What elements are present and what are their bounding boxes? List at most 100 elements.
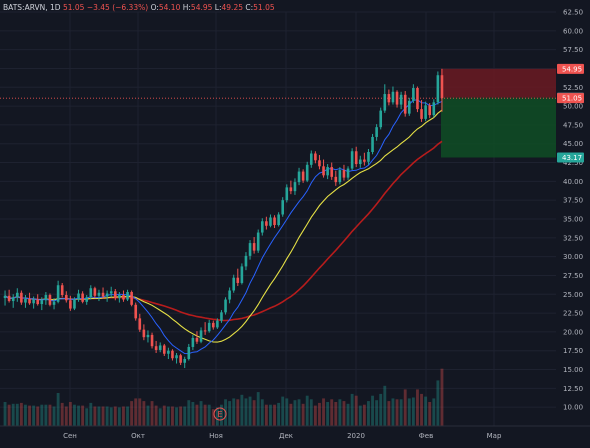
volume-bar: [387, 401, 391, 426]
volume-bar: [309, 399, 313, 426]
y-axis-tick-label: 60.00: [563, 27, 583, 35]
volume-bar: [436, 380, 440, 426]
volume-bar: [171, 406, 174, 426]
price-tag-label: 43.17: [562, 154, 582, 162]
candle-body: [224, 299, 227, 313]
candle-body: [179, 355, 182, 363]
volume-bar: [326, 402, 330, 426]
volume-bar: [64, 406, 68, 426]
candle-body: [346, 168, 350, 178]
stop-loss-zone: [441, 68, 556, 98]
candle-body: [85, 297, 89, 302]
price-chart[interactable]: E62.5060.0057.5055.0052.5050.0047.5045.0…: [0, 0, 590, 448]
volume-bar: [244, 398, 248, 426]
volume-bar: [130, 401, 134, 426]
candle-body: [203, 330, 207, 332]
candle-body: [330, 167, 334, 177]
volume-bar: [407, 398, 411, 426]
candle-body: [40, 300, 44, 305]
volume-bar: [146, 405, 150, 426]
candle-body: [399, 94, 403, 105]
candle-body: [32, 299, 35, 304]
y-axis-tick-label: 47.50: [563, 121, 583, 129]
volume-bar: [24, 404, 27, 426]
volume-bar: [428, 402, 432, 426]
candle-body: [301, 171, 305, 181]
volume-bar: [338, 399, 342, 426]
volume-bar: [236, 399, 240, 426]
candle-body: [273, 217, 276, 226]
y-axis-tick-label: 35.00: [563, 216, 583, 224]
candle-body: [334, 176, 338, 183]
candle-body: [150, 334, 154, 347]
candle-body: [265, 221, 268, 226]
candle-body: [187, 346, 191, 360]
candle-body: [228, 290, 231, 300]
volume-bar: [97, 406, 101, 426]
volume-bar: [77, 405, 80, 426]
candle-body: [77, 293, 80, 300]
volume-bar: [232, 398, 236, 426]
volume-bar: [207, 404, 211, 426]
candle-body: [81, 293, 84, 302]
candle-body: [318, 160, 321, 167]
volume-bar: [411, 397, 415, 426]
volume-bar: [260, 399, 264, 426]
candle-body: [309, 153, 313, 165]
volume-bar: [11, 403, 15, 426]
candle-body: [244, 255, 248, 267]
volume-bar: [138, 398, 142, 426]
volume-bar: [101, 406, 105, 426]
candle-body: [367, 152, 370, 162]
price-tag-label: 54.95: [562, 65, 582, 73]
volume-bar: [7, 404, 11, 426]
volume-bar: [166, 406, 170, 426]
volume-bar: [158, 408, 162, 426]
volume-bar: [399, 399, 403, 426]
volume-bar: [248, 396, 252, 426]
candle-body: [297, 171, 301, 183]
candle-body: [122, 295, 125, 300]
volume-bar: [32, 405, 36, 426]
candle-body: [93, 288, 97, 296]
volume-bar: [420, 393, 423, 426]
candle-body: [52, 301, 56, 305]
y-axis-tick-label: 27.50: [563, 272, 583, 280]
candle-body: [269, 217, 272, 226]
candle-body: [167, 350, 170, 354]
volume-bar: [154, 405, 158, 426]
candle-body: [199, 330, 203, 342]
volume-bar: [322, 398, 325, 426]
candle-body: [293, 182, 297, 192]
candle-body: [60, 285, 64, 296]
volume-bar: [358, 405, 362, 426]
volume-bar: [240, 394, 244, 426]
volume-bar: [109, 407, 113, 426]
volume-bar: [142, 401, 146, 426]
candle-body: [395, 91, 399, 105]
candle-body: [289, 187, 293, 192]
volume-bar: [44, 404, 48, 426]
y-axis-tick-label: 22.50: [563, 310, 583, 318]
candle-body: [89, 288, 93, 298]
candle-body: [154, 346, 158, 350]
candle-body: [440, 75, 444, 99]
volume-bar: [367, 401, 370, 426]
candle-body: [248, 243, 252, 256]
candle-body: [407, 100, 411, 114]
candle-body: [20, 292, 23, 303]
volume-bar: [93, 406, 97, 426]
volume-bar: [85, 408, 89, 426]
candle-body: [191, 337, 195, 347]
moving-average-slow: [4, 140, 443, 322]
y-axis-tick-label: 15.00: [563, 366, 583, 374]
volume-bar: [40, 404, 44, 426]
candle-body: [412, 88, 415, 101]
candle-body: [420, 109, 423, 119]
candle-body: [97, 292, 101, 296]
candle-body: [358, 159, 362, 165]
volume-bar: [150, 401, 154, 426]
volume-bar: [273, 404, 276, 426]
candle-body: [375, 127, 378, 137]
candle-body: [338, 170, 342, 183]
